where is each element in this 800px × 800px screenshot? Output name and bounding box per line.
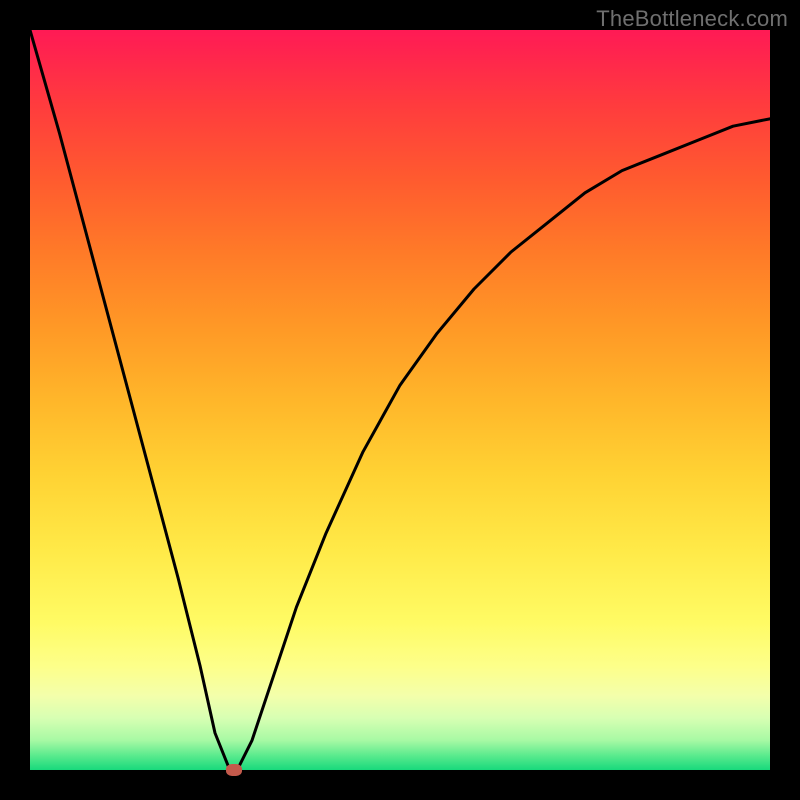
optimum-marker [226,764,242,776]
bottleneck-curve-path [30,30,770,770]
watermark-text: TheBottleneck.com [596,6,788,32]
plot-area [30,30,770,770]
curve-svg [30,30,770,770]
chart-stage: TheBottleneck.com [0,0,800,800]
